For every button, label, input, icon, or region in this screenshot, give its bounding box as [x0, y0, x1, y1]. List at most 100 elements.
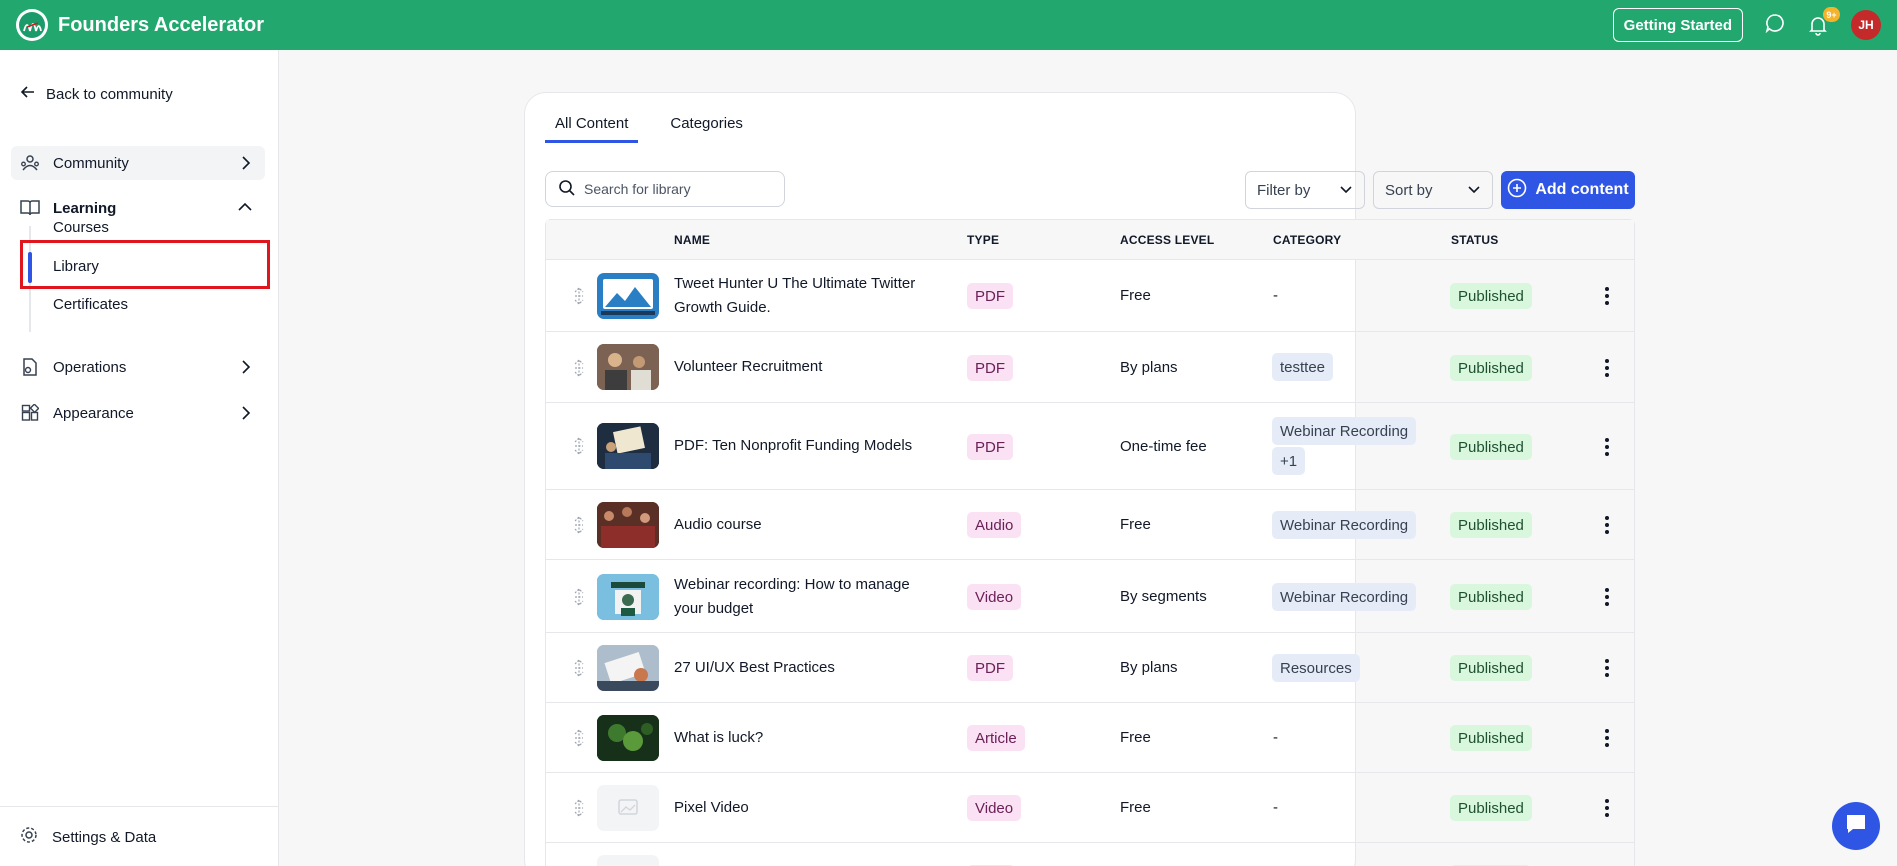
- avatar[interactable]: JH: [1851, 10, 1881, 40]
- drag-handle-icon[interactable]: [572, 287, 586, 305]
- access-level: Free: [1120, 287, 1151, 304]
- chat-bubble-icon: [1843, 811, 1869, 842]
- table-row[interactable]: Tweet Hunter U The Ultimate Twitter Growt…: [546, 260, 1634, 332]
- type-badge: PDF: [967, 283, 1013, 309]
- category-badge: Webinar Recording: [1272, 417, 1417, 445]
- row-name[interactable]: Volunteer Recruitment: [674, 355, 934, 379]
- row-name[interactable]: 27 UI/UX Best Practices: [674, 656, 934, 680]
- search-input[interactable]: Search for library: [545, 171, 785, 207]
- logo-icon[interactable]: [16, 9, 48, 41]
- drag-handle-icon[interactable]: [572, 359, 586, 377]
- chevron-right-icon: [239, 155, 253, 175]
- support-chat-button[interactable]: [1832, 802, 1880, 850]
- tabs: All Content Categories: [545, 115, 753, 143]
- sidebar-item-certificates[interactable]: Certificates: [53, 296, 128, 313]
- category-badge: Webinar Recording: [1272, 511, 1417, 539]
- more-options-icon[interactable]: [1604, 729, 1610, 747]
- top-bar: Founders Accelerator Getting Started 9+ …: [0, 0, 1897, 50]
- book-icon: [19, 197, 41, 219]
- sidebar: Back to community Community Learning Cou…: [0, 50, 279, 866]
- operations-icon: [19, 356, 41, 378]
- sidebar-divider: [0, 806, 279, 807]
- type-badge: PDF: [967, 355, 1013, 381]
- status-badge: Published: [1450, 283, 1532, 309]
- table-header: NAME TYPE ACCESS LEVEL CATEGORY STATUS: [546, 220, 1634, 260]
- category-more-badge[interactable]: +1: [1272, 447, 1306, 475]
- row-name[interactable]: Webinar recording: How to manage your bud…: [674, 573, 934, 621]
- drag-handle-icon[interactable]: [572, 437, 586, 455]
- sidebar-item-community[interactable]: Community: [11, 146, 265, 180]
- add-content-label: Add content: [1535, 181, 1629, 198]
- row-name[interactable]: Audio course: [674, 513, 934, 537]
- more-options-icon[interactable]: [1604, 588, 1610, 606]
- getting-started-button[interactable]: Getting Started: [1612, 8, 1743, 42]
- column-header-access[interactable]: ACCESS LEVEL: [1120, 233, 1214, 247]
- library-card: All Content Categories Search for librar…: [524, 92, 1635, 866]
- status-badge: Published: [1450, 795, 1532, 821]
- chevron-right-icon: [239, 359, 253, 379]
- table-row[interactable]: Volunteer Recruitment PDF By plans testt…: [546, 332, 1634, 403]
- search-placeholder: Search for library: [584, 181, 691, 197]
- access-level: Free: [1120, 516, 1151, 533]
- table-row[interactable]: 27 UI/UX Best Practices PDF By plans Res…: [546, 633, 1634, 703]
- chevron-down-icon: [1467, 182, 1481, 199]
- more-options-icon[interactable]: [1604, 516, 1610, 534]
- column-header-type[interactable]: TYPE: [967, 233, 999, 247]
- appearance-icon: [19, 402, 41, 424]
- access-level: Free: [1120, 729, 1151, 746]
- chat-icon[interactable]: [1765, 13, 1785, 38]
- more-options-icon[interactable]: [1604, 659, 1610, 677]
- status-badge: Published: [1450, 655, 1532, 681]
- sidebar-item-label: Appearance: [53, 404, 134, 422]
- type-badge: PDF: [967, 655, 1013, 681]
- row-name[interactable]: What is luck?: [674, 726, 934, 750]
- sort-label: Sort by: [1385, 181, 1433, 199]
- type-badge: Audio: [967, 512, 1022, 538]
- row-name[interactable]: PDF: Ten Nonprofit Funding Models: [674, 434, 934, 458]
- thumbnail: [597, 273, 659, 319]
- table-row[interactable]: Webinar recording: How to manage your bud…: [546, 560, 1634, 633]
- drag-handle-icon[interactable]: [572, 659, 586, 677]
- sort-dropdown[interactable]: Sort by: [1373, 171, 1493, 209]
- more-options-icon[interactable]: [1604, 287, 1610, 305]
- thumbnail: [597, 645, 659, 691]
- category-empty: -: [1273, 729, 1278, 746]
- table-row[interactable]: PDF: Ten Nonprofit Funding Models PDF On…: [546, 403, 1634, 490]
- settings-label: Settings & Data: [52, 828, 157, 846]
- sidebar-item-learning[interactable]: Learning: [11, 191, 265, 225]
- table-row[interactable]: Pixel Video Video Free - Published: [546, 773, 1634, 843]
- sidebar-item-label: Learning: [53, 199, 117, 217]
- tab-categories[interactable]: Categories: [660, 115, 753, 143]
- sidebar-item-appearance[interactable]: Appearance: [11, 396, 265, 430]
- more-options-icon[interactable]: [1604, 438, 1610, 456]
- tab-all-content[interactable]: All Content: [545, 115, 639, 143]
- drag-handle-icon[interactable]: [572, 588, 586, 606]
- more-options-icon[interactable]: [1604, 799, 1610, 817]
- access-level: By plans: [1120, 659, 1178, 676]
- column-header-status[interactable]: STATUS: [1451, 233, 1498, 247]
- table-row[interactable]: What is luck? Article Free - Published: [546, 703, 1634, 773]
- column-header-name[interactable]: NAME: [674, 233, 710, 247]
- table-row[interactable]: Audio course Audio Free Webinar Recordin…: [546, 490, 1634, 560]
- row-name[interactable]: Pixel Video: [674, 796, 934, 820]
- sidebar-item-operations[interactable]: Operations: [11, 350, 265, 384]
- brand-name[interactable]: Founders Accelerator: [58, 14, 264, 37]
- access-level: By segments: [1120, 588, 1207, 605]
- sidebar-item-courses[interactable]: Courses: [53, 219, 109, 236]
- library-highlight-box: [20, 240, 270, 289]
- add-content-button[interactable]: Add content: [1501, 171, 1635, 209]
- filter-dropdown[interactable]: Filter by: [1245, 171, 1365, 209]
- drag-handle-icon[interactable]: [572, 799, 586, 817]
- back-to-community-label: Back to community: [46, 85, 173, 103]
- bell-icon[interactable]: 9+: [1807, 6, 1841, 36]
- row-name[interactable]: Tweet Hunter U The Ultimate Twitter Growt…: [674, 272, 934, 320]
- content-table: NAME TYPE ACCESS LEVEL CATEGORY STATUS T…: [545, 219, 1635, 866]
- drag-handle-icon[interactable]: [572, 729, 586, 747]
- drag-handle-icon[interactable]: [572, 516, 586, 534]
- back-to-community-link[interactable]: Back to community: [20, 84, 173, 104]
- table-row[interactable]: [546, 843, 1634, 866]
- more-options-icon[interactable]: [1604, 359, 1610, 377]
- access-level: One-time fee: [1120, 438, 1207, 455]
- column-header-category[interactable]: CATEGORY: [1273, 233, 1341, 247]
- settings-link[interactable]: Settings & Data: [20, 826, 156, 848]
